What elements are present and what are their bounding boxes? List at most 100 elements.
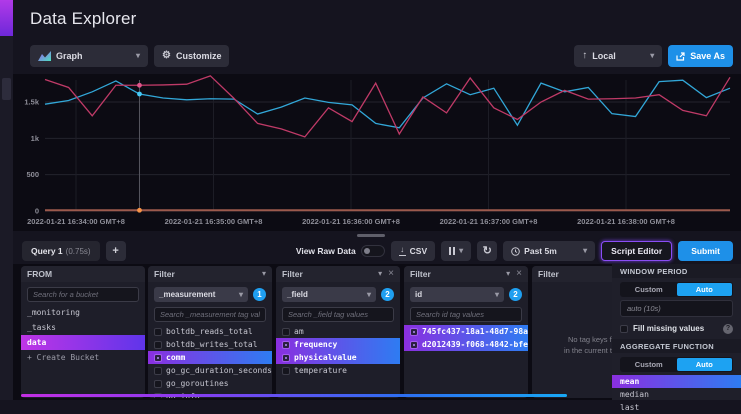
filter-card-title: Filter bbox=[282, 269, 303, 279]
nav-accent-logo[interactable] bbox=[0, 0, 13, 36]
chevron-down-icon[interactable]: ▾ bbox=[506, 270, 510, 278]
svg-text:2022-01-21 16:35:00 GMT+8: 2022-01-21 16:35:00 GMT+8 bbox=[165, 217, 263, 226]
tag-value-item[interactable]: 745fc437-18a1-48d7-98a6-7… bbox=[404, 325, 528, 338]
checkbox-icon[interactable] bbox=[282, 341, 290, 349]
window-period-mode-toggle: Custom Auto bbox=[620, 282, 733, 297]
panel-resize-handle[interactable] bbox=[357, 234, 385, 237]
csv-download-button[interactable]: ↓ CSV bbox=[391, 241, 435, 261]
filter-card: Filter ▾ × id▾ 2 745fc437-18a1-48d7-98a6-7…d2… bbox=[404, 266, 528, 398]
submit-button[interactable]: Submit bbox=[678, 241, 733, 261]
timezone-dropdown[interactable]: ↑ Local ▾ bbox=[574, 45, 662, 67]
chevron-down-icon: ▾ bbox=[367, 291, 371, 299]
bucket-item[interactable]: _monitoring bbox=[21, 305, 145, 320]
checkbox-icon[interactable] bbox=[620, 325, 628, 333]
checkbox-icon[interactable] bbox=[154, 341, 162, 349]
aggregate-mode-toggle: Custom Auto bbox=[620, 357, 733, 372]
tag-value-search-input[interactable] bbox=[154, 307, 266, 322]
bucket-item[interactable]: _tasks bbox=[21, 320, 145, 335]
aggregate-function-header: AGGREGATE FUNCTION bbox=[612, 339, 741, 353]
window-custom-option[interactable]: Custom bbox=[621, 283, 677, 296]
tag-value-item[interactable]: physicalvalue bbox=[276, 351, 400, 364]
download-icon: ↓ bbox=[399, 246, 406, 256]
checkbox-icon[interactable] bbox=[282, 354, 290, 362]
up-arrow-icon: ↑ bbox=[582, 51, 587, 61]
close-icon[interactable]: × bbox=[388, 269, 394, 279]
fill-missing-values-label: Fill missing values bbox=[633, 324, 718, 333]
tag-value-item[interactable]: boltdb_writes_total bbox=[148, 338, 272, 351]
help-icon[interactable]: ? bbox=[723, 324, 733, 334]
function-item[interactable]: last bbox=[612, 401, 741, 414]
script-editor-button[interactable]: Script Editor bbox=[601, 241, 672, 261]
tag-key-dropdown[interactable]: id▾ bbox=[410, 287, 504, 302]
tag-key-label: id bbox=[415, 290, 422, 299]
filter-card-title: Filter bbox=[410, 269, 431, 279]
window-auto-option[interactable]: Auto bbox=[677, 283, 733, 296]
checkbox-icon[interactable] bbox=[154, 380, 162, 388]
tag-value-item[interactable]: comm bbox=[148, 351, 272, 364]
checkbox-icon[interactable] bbox=[410, 341, 418, 349]
gear-icon: ⚙ bbox=[162, 51, 171, 61]
tag-key-label: _field bbox=[287, 290, 308, 299]
aggregate-custom-option[interactable]: Custom bbox=[621, 358, 677, 371]
tag-value-label: am bbox=[294, 327, 304, 336]
export-icon bbox=[676, 52, 685, 61]
horizontal-scrollbar[interactable] bbox=[21, 394, 567, 398]
time-series-chart[interactable]: 05001k1.5k2022-01-21 16:34:00 GMT+82022-… bbox=[13, 74, 741, 231]
tag-value-search-input[interactable] bbox=[282, 307, 394, 322]
checkbox-icon[interactable] bbox=[154, 354, 162, 362]
chevron-down-icon[interactable]: ▾ bbox=[378, 270, 382, 278]
selected-count-badge: 2 bbox=[381, 288, 394, 301]
tag-value-item[interactable]: temperature bbox=[276, 364, 400, 377]
checkbox-icon[interactable] bbox=[282, 367, 290, 375]
chevron-down-icon: ▾ bbox=[650, 52, 654, 60]
tag-value-item[interactable]: boltdb_reads_total bbox=[148, 325, 272, 338]
chevron-down-icon[interactable]: ▾ bbox=[262, 270, 266, 278]
function-item[interactable]: median bbox=[612, 388, 741, 401]
nav-scroll-thumb[interactable] bbox=[2, 78, 11, 100]
selected-count-badge: 1 bbox=[253, 288, 266, 301]
aggregate-auto-option[interactable]: Auto bbox=[677, 358, 733, 371]
tag-value-item[interactable]: am bbox=[276, 325, 400, 338]
svg-text:500: 500 bbox=[26, 170, 39, 179]
tag-value-item[interactable]: go_goroutines bbox=[148, 377, 272, 390]
bucket-item[interactable]: data bbox=[21, 335, 145, 350]
tag-key-dropdown[interactable]: _field ▾ bbox=[282, 287, 376, 302]
tag-value-search-input[interactable] bbox=[410, 307, 522, 322]
query-builder: FROM _monitoring_tasksdata+ Create Bucke… bbox=[13, 264, 741, 400]
tag-value-item[interactable]: go_gc_duration_seconds bbox=[148, 364, 272, 377]
tag-value-item[interactable]: d2012439-f068-4842-bfef-8… bbox=[404, 338, 528, 351]
selected-count-badge: 2 bbox=[509, 288, 522, 301]
tag-key-dropdown[interactable]: _measurement▾ bbox=[154, 287, 248, 302]
add-query-button[interactable]: + bbox=[106, 241, 126, 261]
area-chart-icon bbox=[38, 51, 51, 61]
time-range-label: Past 5m bbox=[524, 246, 557, 256]
function-item[interactable]: mean bbox=[612, 375, 741, 388]
pause-dropdown-button[interactable]: ▾ bbox=[441, 241, 471, 261]
svg-text:2022-01-21 16:34:00 GMT+8: 2022-01-21 16:34:00 GMT+8 bbox=[27, 217, 125, 226]
left-nav-strip bbox=[0, 0, 13, 400]
visualization-type-dropdown[interactable]: Graph ▾ bbox=[30, 45, 148, 67]
window-period-value[interactable]: auto (10s) bbox=[620, 300, 733, 317]
checkbox-icon[interactable] bbox=[410, 328, 418, 336]
customize-button[interactable]: ⚙ Customize bbox=[154, 45, 229, 67]
window-period-header: WINDOW PERIOD bbox=[612, 264, 741, 278]
toggle-knob bbox=[364, 248, 370, 254]
bucket-list: _monitoring_tasksdata+ Create Bucket bbox=[21, 305, 145, 365]
window-aggregate-panel: WINDOW PERIOD Custom Auto auto (10s) Fil… bbox=[612, 264, 741, 400]
time-range-dropdown[interactable]: Past 5m ▾ bbox=[503, 241, 595, 261]
query-tab[interactable]: Query 1 (0.75s) bbox=[22, 241, 100, 261]
checkbox-icon[interactable] bbox=[154, 367, 162, 375]
close-icon[interactable]: × bbox=[516, 269, 522, 279]
checkbox-icon[interactable] bbox=[282, 328, 290, 336]
save-as-button[interactable]: Save As bbox=[668, 45, 733, 67]
tag-value-item[interactable]: frequency bbox=[276, 338, 400, 351]
bucket-search-input[interactable] bbox=[27, 287, 139, 302]
tag-key-label: _measurement bbox=[159, 290, 215, 299]
view-raw-data-toggle[interactable] bbox=[361, 245, 385, 257]
svg-text:1k: 1k bbox=[31, 134, 40, 143]
filter-card-title: Filter bbox=[154, 269, 175, 279]
checkbox-icon[interactable] bbox=[154, 328, 162, 336]
refresh-button[interactable]: ↻ bbox=[477, 241, 497, 261]
filter-card-header: Filter ▾ × bbox=[276, 266, 400, 282]
create-bucket-button[interactable]: + Create Bucket bbox=[21, 350, 145, 365]
